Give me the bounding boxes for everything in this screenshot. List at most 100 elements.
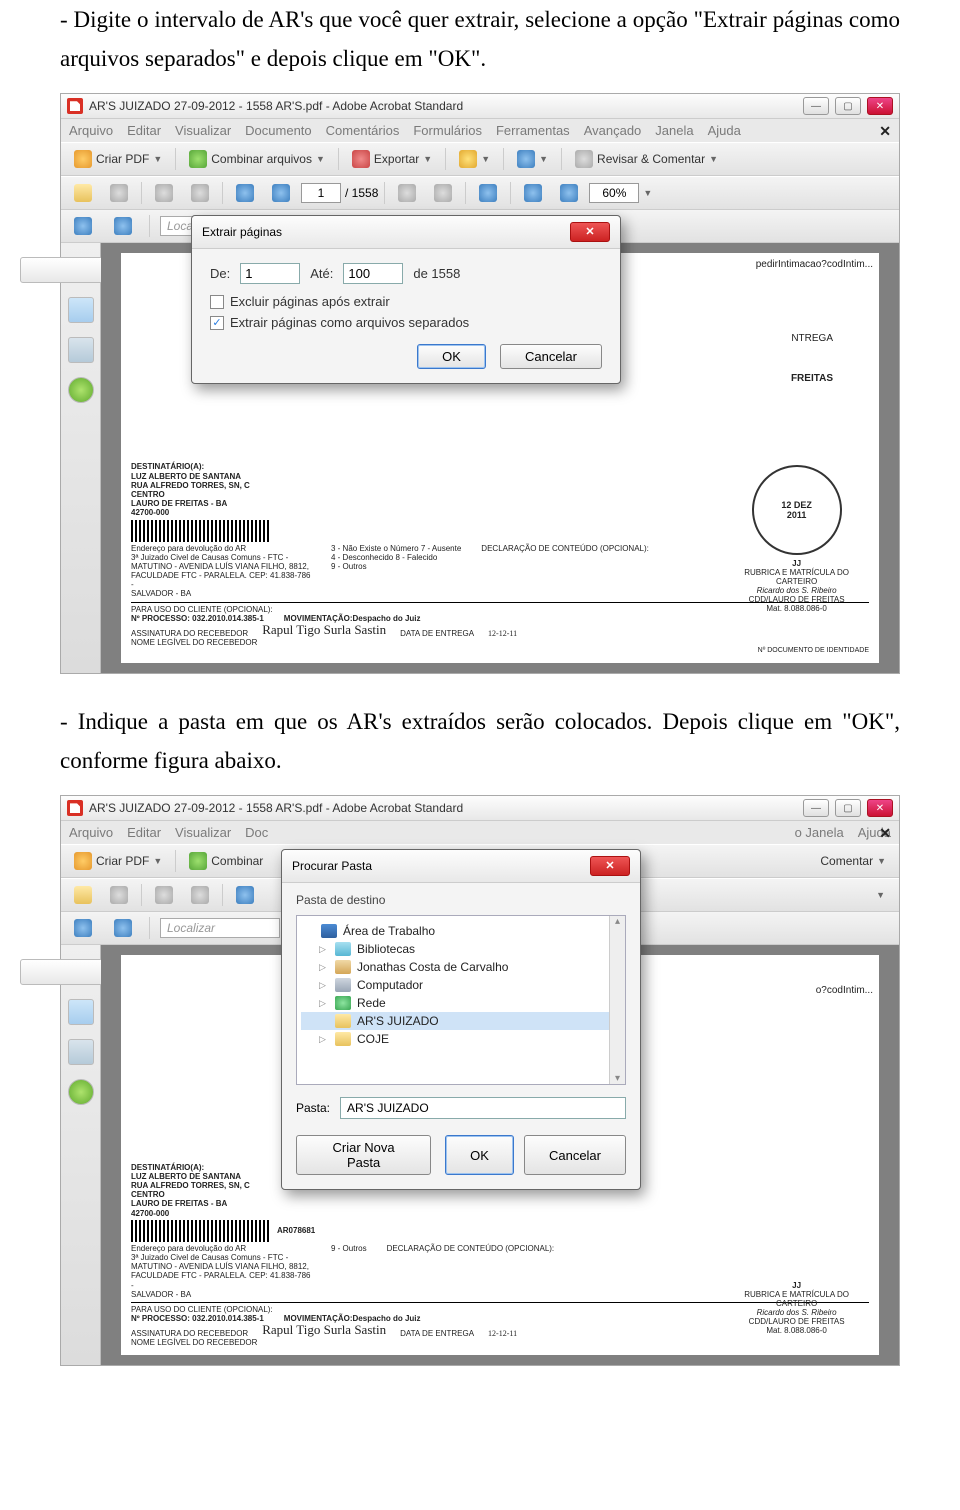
tree-expand-icon[interactable]: ▷ <box>319 1034 329 1045</box>
open-button[interactable] <box>67 181 99 205</box>
pasta-input[interactable] <box>340 1097 626 1119</box>
tree-expand-icon[interactable]: ▷ <box>319 980 329 991</box>
menu-comentarios[interactable]: Comentários <box>326 123 400 138</box>
cancel-button[interactable]: Cancelar <box>500 344 602 369</box>
sign-panel-button[interactable] <box>68 1039 94 1065</box>
zoom-in-button[interactable] <box>553 181 585 205</box>
doc-close-icon[interactable]: ✕ <box>879 123 891 140</box>
browse-cancel-button[interactable]: Cancelar <box>524 1135 626 1175</box>
pages-button[interactable] <box>184 883 216 907</box>
menu-arquivo[interactable]: Arquivo <box>69 825 113 840</box>
combinar-button[interactable]: Combinar arquivos▼ <box>182 147 332 171</box>
tree-item-0[interactable]: Área de Trabalho <box>301 922 621 940</box>
tree-item-3[interactable]: ▷Computador <box>301 976 621 994</box>
page-number-field[interactable] <box>301 183 341 203</box>
menubar-2: Arquivo Editar Visualizar Doc o Janela A… <box>61 821 899 844</box>
fit-btn-2[interactable] <box>107 916 139 940</box>
ate-input[interactable] <box>343 263 403 284</box>
next-page-button[interactable] <box>265 181 297 205</box>
acrobat-window-1: AR'S JUIZADO 27-09-2012 - 1558 AR'S.pdf … <box>60 93 900 674</box>
pdf-endereco-devolucao: Endereço para devolução do AR 3ª Juizado… <box>131 1244 311 1299</box>
prev-page-button[interactable] <box>229 181 261 205</box>
tree-expand-icon[interactable]: ▷ <box>319 962 329 973</box>
menu-avancado[interactable]: Avançado <box>584 123 642 138</box>
pdf-uso-cliente: PARA USO DO CLIENTE (OPCIONAL): <box>131 605 273 614</box>
hand-tool[interactable] <box>427 181 459 205</box>
marquee-zoom[interactable] <box>472 181 504 205</box>
help-panel-button[interactable] <box>68 1079 94 1105</box>
minimize-button[interactable]: — <box>803 799 829 817</box>
fit-btn-2[interactable] <box>107 214 139 238</box>
menu-documento[interactable]: Documento <box>245 123 311 138</box>
zoom-out-button[interactable] <box>517 181 549 205</box>
separados-checkbox[interactable] <box>210 316 224 330</box>
doc-close-icon[interactable]: ✕ <box>879 825 891 842</box>
criar-pdf-button[interactable]: Criar PDF▼ <box>67 147 169 171</box>
menu-ajuda[interactable]: Ajuda <box>708 123 741 138</box>
criar-pdf-button[interactable]: Criar PDF▼ <box>67 849 169 873</box>
combinar-button[interactable]: Combinar <box>182 849 270 873</box>
separados-checkbox-row[interactable]: Extrair páginas como arquivos separados <box>210 315 602 330</box>
prev-page-button[interactable] <box>229 883 261 907</box>
excluir-checkbox-row[interactable]: Excluir páginas após extrair <box>210 294 602 309</box>
sign-panel-button[interactable] <box>68 337 94 363</box>
menu-janela[interactable]: Janela <box>655 123 693 138</box>
tree-item-label: Bibliotecas <box>357 942 415 956</box>
ok-button[interactable]: OK <box>417 344 486 369</box>
menu-janela-partial[interactable]: o Janela <box>795 825 844 840</box>
tree-item-1[interactable]: ▷ Bibliotecas <box>301 940 621 958</box>
exportar-button[interactable]: Exportar▼ <box>345 147 439 171</box>
fit-btn-1[interactable] <box>67 214 99 238</box>
find-input[interactable]: Localizar <box>160 918 280 938</box>
pdf-legivel-label: NOME LEGÍVEL DO RECEBEDOR <box>131 1338 869 1347</box>
menu-ferramentas[interactable]: Ferramentas <box>496 123 570 138</box>
pages-button[interactable] <box>184 181 216 205</box>
close-button[interactable]: ✕ <box>867 799 893 817</box>
print-button[interactable] <box>103 181 135 205</box>
combinar-icon <box>189 852 207 870</box>
menu-editar[interactable]: Editar <box>127 825 161 840</box>
open-button[interactable] <box>67 883 99 907</box>
tree-expand-icon[interactable]: ▷ <box>319 998 329 1009</box>
tree-item-2[interactable]: ▷Jonathas Costa de Carvalho <box>301 958 621 976</box>
tree-expand-icon[interactable]: ▷ <box>319 944 329 955</box>
menu-visualizar[interactable]: Visualizar <box>175 123 231 138</box>
select-tool[interactable] <box>391 181 423 205</box>
help-panel-button[interactable] <box>68 377 94 403</box>
new-folder-button[interactable]: Criar Nova Pasta <box>296 1135 431 1175</box>
titlebar-2: AR'S JUIZADO 27-09-2012 - 1558 AR'S.pdf … <box>61 796 899 821</box>
secure-button[interactable]: ▼ <box>452 147 497 171</box>
menu-documento-short[interactable]: Doc <box>245 825 268 840</box>
email-button[interactable] <box>148 181 180 205</box>
revisar-button[interactable]: Revisar & Comentar▼ <box>568 147 725 171</box>
menu-arquivo[interactable]: Arquivo <box>69 123 113 138</box>
maximize-button[interactable]: ▢ <box>835 799 861 817</box>
email-button[interactable] <box>148 883 180 907</box>
tree-item-5[interactable]: AR'S JUIZADO <box>301 1012 621 1030</box>
ate-label: Até: <box>310 266 333 281</box>
fit-btn-1[interactable] <box>67 916 99 940</box>
tree-item-6[interactable]: ▷COJE <box>301 1030 621 1048</box>
tree-item-4[interactable]: ▷Rede <box>301 994 621 1012</box>
pdf-barcode <box>131 520 271 542</box>
revisar-button-short[interactable]: Comentar▼ <box>813 851 893 871</box>
excluir-checkbox[interactable] <box>210 295 224 309</box>
close-button[interactable]: ✕ <box>867 97 893 115</box>
menu-editar[interactable]: Editar <box>127 123 161 138</box>
minimize-button[interactable]: — <box>803 97 829 115</box>
maximize-button[interactable]: ▢ <box>835 97 861 115</box>
browse-ok-button[interactable]: OK <box>445 1135 514 1175</box>
de-input[interactable] <box>240 263 300 284</box>
pdf-jj: JJ <box>744 559 849 568</box>
tree-scrollbar[interactable] <box>609 916 625 1084</box>
print-button[interactable] <box>103 883 135 907</box>
browse-dialog-close-button[interactable]: ✕ <box>590 856 630 876</box>
folder-tree[interactable]: Área de Trabalho ▷ Bibliotecas ▷Jonathas Co… <box>296 915 626 1085</box>
menu-visualizar[interactable]: Visualizar <box>175 825 231 840</box>
bookmarks-panel-button[interactable] <box>68 297 94 323</box>
menu-formularios[interactable]: Formulários <box>413 123 482 138</box>
bookmarks-panel-button[interactable] <box>68 999 94 1025</box>
dialog-close-button[interactable]: ✕ <box>570 222 610 242</box>
zoom-field[interactable] <box>589 183 639 203</box>
sign-button[interactable]: ▼ <box>510 147 555 171</box>
